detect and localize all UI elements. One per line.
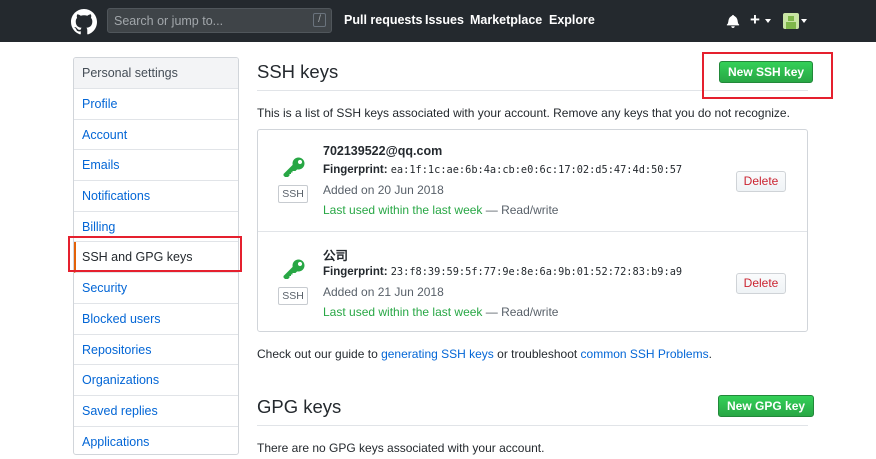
fingerprint-value: 23:f8:39:59:5f:77:9e:8e:6a:9b:01:52:72:8… (390, 266, 683, 278)
ssh-badge: SSH (278, 287, 308, 305)
gpg-title-divider (257, 425, 808, 426)
ssh-key-fingerprint: Fingerprint: ea:1f:1c:ae:6b:4a:cb:e0:6c:… (323, 164, 682, 176)
sidebar-item-organizations[interactable]: Organizations (74, 365, 238, 396)
sidebar-item-saved-replies[interactable]: Saved replies (74, 396, 238, 427)
delete-ssh-key-button[interactable]: Delete (736, 171, 786, 192)
avatar[interactable] (783, 13, 799, 29)
key-icon (283, 259, 305, 279)
ssh-key-fingerprint: Fingerprint: 23:f8:39:59:5f:77:9e:8e:6a:… (323, 266, 682, 278)
nav-issues[interactable]: Issues (425, 13, 464, 27)
generating-ssh-keys-link[interactable]: generating SSH keys (381, 347, 494, 361)
search-input[interactable] (114, 12, 304, 29)
ssh-key-title: 公司 (323, 249, 349, 263)
ssh-description: This is a list of SSH keys associated wi… (257, 106, 790, 120)
new-gpg-key-button[interactable]: New GPG key (718, 395, 815, 417)
ssh-guide-text: Check out our guide to generating SSH ke… (257, 347, 712, 361)
sidebar-item-profile[interactable]: Profile (74, 89, 238, 120)
sidebar-item-applications[interactable]: Applications (74, 427, 238, 454)
ssh-key-row: SSH 公司 Fingerprint: 23:f8:39:59:5f:77:9e… (258, 231, 807, 332)
create-new-icon[interactable]: + (750, 10, 760, 30)
fingerprint-label: Fingerprint: (323, 164, 388, 176)
ssh-badge: SSH (278, 185, 308, 203)
nav-explore[interactable]: Explore (549, 13, 595, 27)
sidebar-item-account[interactable]: Account (74, 120, 238, 151)
avatar-dropdown-chevron-icon[interactable] (801, 19, 807, 23)
sidebar-item-emails[interactable]: Emails (74, 150, 238, 182)
common-ssh-problems-link[interactable]: common SSH Problems (581, 347, 709, 361)
settings-sidebar: Personal settings Profile Account Emails… (73, 57, 239, 455)
last-used-text: Last used within the last week (323, 203, 483, 217)
ssh-key-title: 702139522@qq.com (323, 144, 443, 158)
sidebar-item-security[interactable]: Security (74, 273, 238, 304)
access-text: — Read/write (482, 203, 559, 217)
create-dropdown-chevron-icon[interactable] (765, 19, 771, 23)
github-logo-icon[interactable] (71, 9, 97, 35)
sidebar-item-billing[interactable]: Billing (74, 212, 238, 243)
fingerprint-value: ea:1f:1c:ae:6b:4a:cb:e0:6c:17:02:d5:47:4… (390, 164, 683, 176)
sidebar-item-ssh-gpg-keys[interactable]: SSH and GPG keys (74, 242, 238, 274)
ssh-key-added-date: Added on 20 Jun 2018 (323, 183, 444, 197)
sidebar-item-blocked-users[interactable]: Blocked users (74, 304, 238, 335)
ssh-key-row: SSH 702139522@qq.com Fingerprint: ea:1f:… (258, 130, 807, 230)
ssh-key-usage: Last used within the last week — Read/wr… (323, 305, 558, 319)
guide-suffix: . (708, 347, 712, 361)
ssh-key-usage: Last used within the last week — Read/wr… (323, 203, 558, 217)
ssh-keys-title: SSH keys (257, 61, 339, 82)
gpg-keys-title: GPG keys (257, 396, 342, 417)
search-box[interactable]: / (107, 8, 332, 33)
guide-middle: or troubleshoot (493, 347, 581, 361)
nav-pull-requests[interactable]: Pull requests (344, 13, 423, 27)
sidebar-heading: Personal settings (74, 58, 238, 89)
ssh-key-added-date: Added on 21 Jun 2018 (323, 285, 444, 299)
delete-ssh-key-button[interactable]: Delete (736, 273, 786, 294)
notifications-bell-icon[interactable] (726, 14, 740, 28)
key-icon (283, 157, 305, 177)
access-text: — Read/write (482, 305, 559, 319)
ssh-key-list: SSH 702139522@qq.com Fingerprint: ea:1f:… (257, 129, 808, 332)
gpg-description: There are no GPG keys associated with yo… (257, 441, 545, 455)
sidebar-item-repositories[interactable]: Repositories (74, 335, 238, 366)
last-used-text: Last used within the last week (323, 305, 483, 319)
nav-marketplace[interactable]: Marketplace (470, 13, 542, 27)
search-shortcut-key: / (313, 13, 326, 27)
fingerprint-label: Fingerprint: (323, 266, 388, 278)
sidebar-item-notifications[interactable]: Notifications (74, 181, 238, 212)
new-ssh-key-button[interactable]: New SSH key (719, 61, 814, 83)
ssh-title-divider (257, 90, 808, 91)
top-header: / Pull requests Issues Marketplace Explo… (0, 0, 876, 42)
guide-prefix: Check out our guide to (257, 347, 382, 361)
